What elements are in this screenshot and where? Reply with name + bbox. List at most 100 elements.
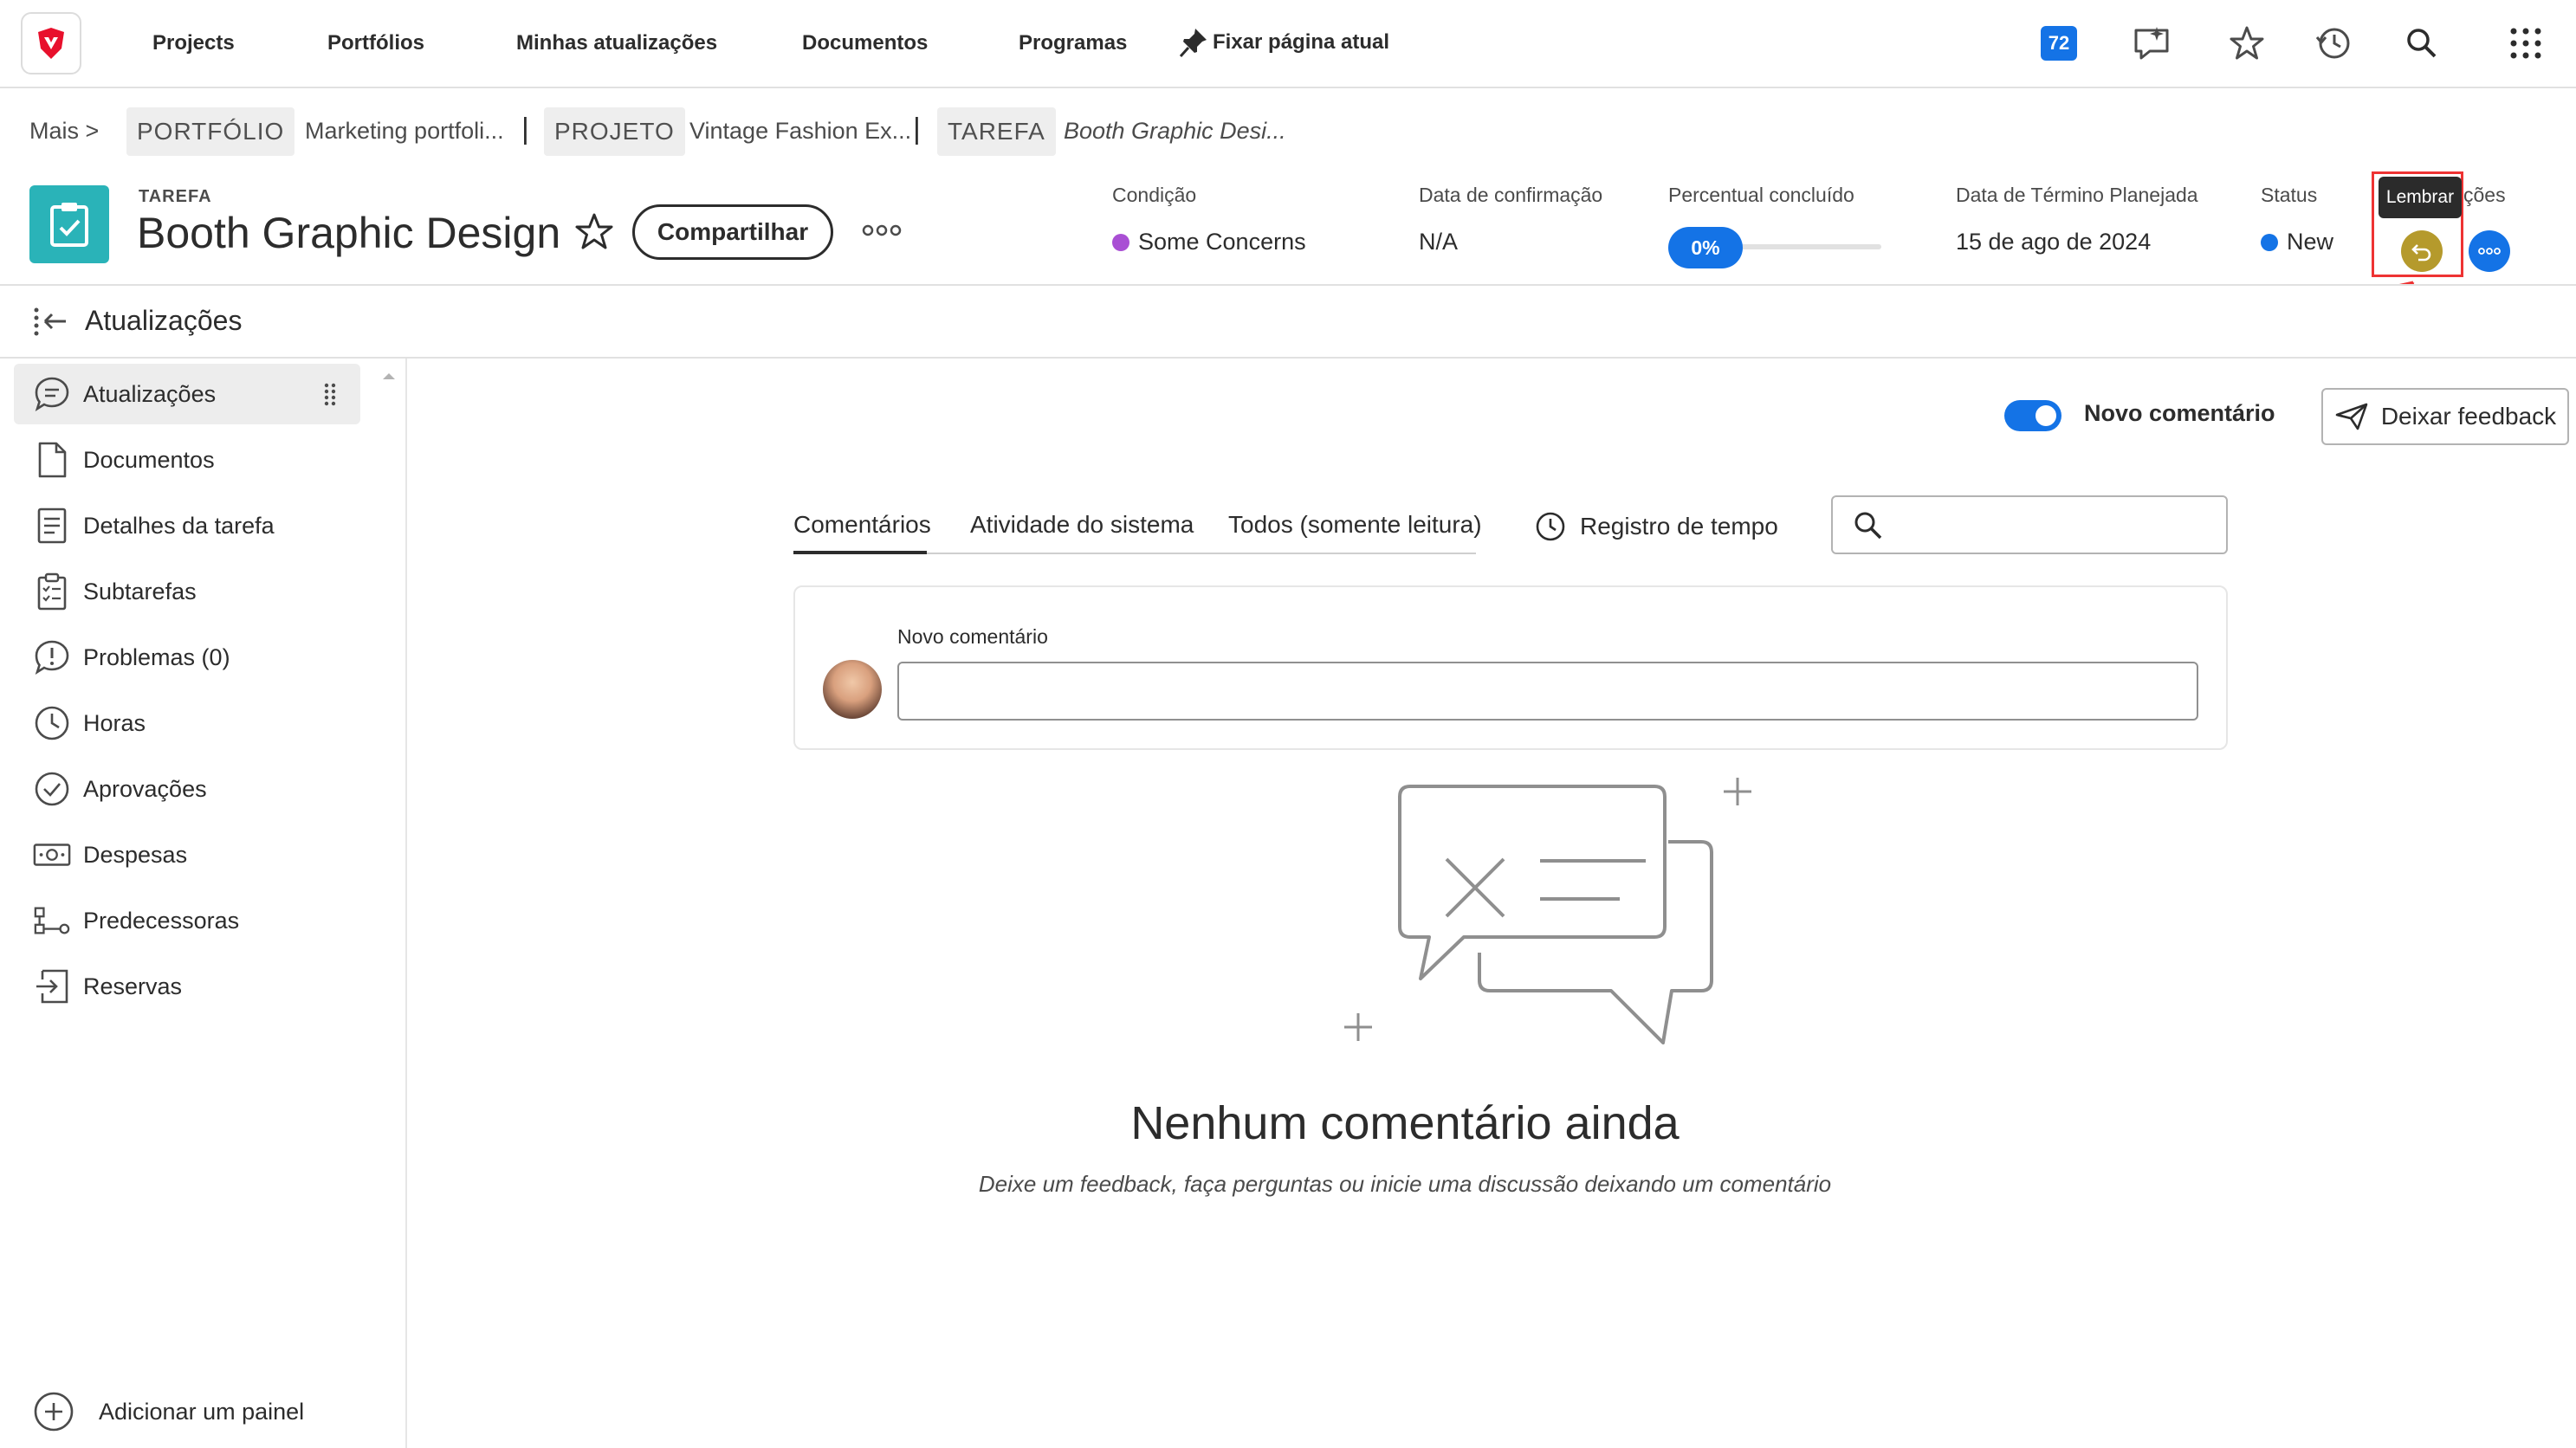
remind-button[interactable] xyxy=(2401,230,2443,272)
percent-complete-label: Percentual concluído xyxy=(1668,184,1854,206)
planned-end-value[interactable]: 15 de ago de 2024 xyxy=(1956,229,2151,255)
app-logo[interactable] xyxy=(21,12,81,74)
percent-complete-value[interactable]: 0% xyxy=(1668,227,1743,268)
more-horizontal-icon xyxy=(2478,248,2501,255)
breadcrumb-portfolio-tag: PORTFÓLIO xyxy=(126,107,295,156)
sidebar-item-label: Reservas xyxy=(83,973,183,999)
star-icon xyxy=(2230,26,2264,60)
search-icon xyxy=(2407,29,2437,58)
new-comment-input[interactable] xyxy=(897,662,2198,721)
add-panel-button[interactable]: Adicionar um painel xyxy=(33,1391,304,1432)
condition-label: Condição xyxy=(1112,184,1197,206)
tab-system-activity[interactable]: Atividade do sistema xyxy=(970,511,1194,539)
send-icon xyxy=(2335,403,2368,430)
condition-value: Some Concerns xyxy=(1138,229,1306,255)
clipboard-check-icon xyxy=(50,203,88,247)
undo-arrow-icon xyxy=(2411,244,2431,262)
favorite-star-button[interactable] xyxy=(573,211,615,251)
chat-bubble-icon xyxy=(33,375,71,413)
notifications-badge[interactable]: 72 xyxy=(2041,26,2077,61)
scroll-up-icon[interactable] xyxy=(381,371,397,381)
sidebar-item-updates[interactable]: Atualizações xyxy=(14,364,360,424)
pin-page-button[interactable]: Fixar página atual xyxy=(1178,26,1389,59)
sidebar-item-subtasks[interactable]: Subtarefas xyxy=(14,561,360,622)
nav-documents[interactable]: Documentos xyxy=(802,31,928,55)
collapse-sidebar-icon xyxy=(34,307,66,336)
panel-title: Atualizações xyxy=(85,305,243,336)
more-actions-button[interactable] xyxy=(861,222,903,239)
grid-menu-icon xyxy=(2510,28,2541,59)
new-comment-label: Novo comentário xyxy=(897,625,1048,648)
panel-header: Atualizações xyxy=(0,286,2576,359)
drag-handle-icon[interactable] xyxy=(324,383,336,407)
favorites-button[interactable] xyxy=(2226,23,2268,64)
reservation-icon xyxy=(33,967,71,1005)
empty-state-subtitle: Deixe um feedback, faça perguntas ou ini… xyxy=(978,1171,1832,1197)
breadcrumb-more[interactable]: Mais > xyxy=(29,118,99,145)
sidebar-item-label: Documentos xyxy=(83,446,215,473)
sidebar-item-label: Atualizações xyxy=(83,380,217,407)
recents-button[interactable] xyxy=(2313,23,2354,64)
active-tab-indicator xyxy=(793,551,927,554)
empty-state-title: Nenhum comentário ainda xyxy=(1130,1097,1680,1149)
clock-icon xyxy=(1536,512,1565,541)
leave-feedback-label: Deixar feedback xyxy=(2380,403,2557,430)
add-circle-icon xyxy=(34,1392,74,1432)
condition-field[interactable]: Some Concerns xyxy=(1112,229,1306,255)
collapse-panel-button[interactable] xyxy=(33,305,69,338)
tab-all-readonly[interactable]: Todos (somente leitura) xyxy=(1228,511,1482,539)
empty-comments-illustration-icon xyxy=(1344,778,1751,1044)
search-button[interactable] xyxy=(2401,23,2443,64)
breadcrumb-task-tag: TAREFA xyxy=(937,107,1056,156)
confirmation-date-label: Data de confirmação xyxy=(1419,184,1603,206)
left-sidebar: Atualizações Documentos Detalhes da tare… xyxy=(0,359,407,1448)
breadcrumb-project-link[interactable]: Vintage Fashion Ex... xyxy=(689,118,911,145)
avatar xyxy=(823,660,882,719)
sidebar-item-reservations[interactable]: Reservas xyxy=(14,956,360,1017)
task-title[interactable]: Booth Graphic Design xyxy=(137,208,560,258)
sidebar-item-label: Subtarefas xyxy=(83,578,197,604)
time-log-label: Registro de tempo xyxy=(1580,513,1778,540)
nav-portfolios[interactable]: Portfólios xyxy=(327,31,424,55)
sidebar-item-label: Aprovações xyxy=(83,775,207,802)
whats-new-icon xyxy=(2134,27,2169,60)
issue-icon xyxy=(33,638,71,676)
time-log-button[interactable]: Registro de tempo xyxy=(1535,511,1778,542)
clock-icon xyxy=(33,704,71,742)
header-more-button[interactable] xyxy=(2469,230,2510,272)
sidebar-item-documents[interactable]: Documentos xyxy=(14,430,360,490)
condition-dot xyxy=(1112,233,1129,251)
status-field[interactable]: New xyxy=(2261,229,2333,255)
whats-new-button[interactable] xyxy=(2131,23,2172,64)
search-icon xyxy=(1854,512,1882,540)
sidebar-item-label: Horas xyxy=(83,709,146,736)
leave-feedback-button[interactable]: Deixar feedback xyxy=(2321,388,2569,445)
new-comment-toggle[interactable] xyxy=(2004,400,2061,431)
nav-programs[interactable]: Programas xyxy=(1019,31,1127,55)
task-type-icon xyxy=(29,185,109,263)
sidebar-item-expenses[interactable]: Despesas xyxy=(14,824,360,885)
star-icon xyxy=(575,213,613,249)
sidebar-item-predecessors[interactable]: Predecessoras xyxy=(14,890,360,951)
money-icon xyxy=(33,836,71,874)
breadcrumb-project-tag: PROJETO xyxy=(544,107,685,156)
add-panel-label: Adicionar um painel xyxy=(99,1398,305,1425)
workfront-logo-icon xyxy=(38,28,64,59)
planned-end-label: Data de Término Planejada xyxy=(1956,184,2198,206)
subtasks-icon xyxy=(33,572,71,611)
comment-search-input[interactable] xyxy=(1831,495,2228,554)
share-button[interactable]: Compartilhar xyxy=(632,204,833,260)
sidebar-item-label: Detalhes da tarefa xyxy=(83,512,275,539)
sidebar-item-task-details[interactable]: Detalhes da tarefa xyxy=(14,495,360,556)
tab-comments[interactable]: Comentários xyxy=(793,511,931,539)
sidebar-item-approvals[interactable]: Aprovações xyxy=(14,759,360,819)
confirmation-date-value[interactable]: N/A xyxy=(1419,229,1458,255)
app-menu-button[interactable] xyxy=(2505,23,2547,64)
sidebar-item-issues[interactable]: Problemas (0) xyxy=(14,627,360,688)
sidebar-item-hours[interactable]: Horas xyxy=(14,693,360,753)
sidebar-item-label: Predecessoras xyxy=(83,907,240,934)
nav-projects[interactable]: Projects xyxy=(152,31,235,55)
breadcrumb-portfolio-link[interactable]: Marketing portfoli... xyxy=(305,118,504,145)
nav-my-updates[interactable]: Minhas atualizações xyxy=(516,31,717,55)
history-icon xyxy=(2315,28,2350,59)
